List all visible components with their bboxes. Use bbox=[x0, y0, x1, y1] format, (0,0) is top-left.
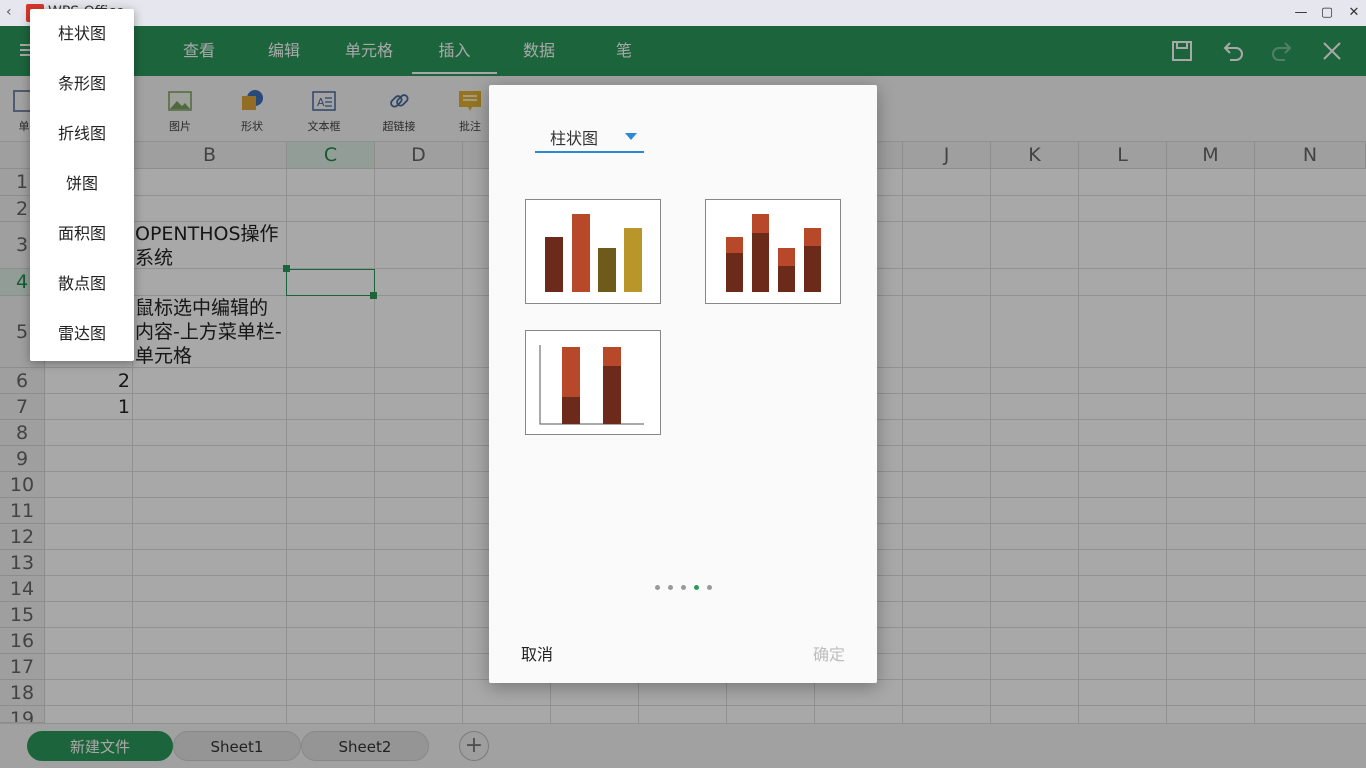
page-dot[interactable] bbox=[680, 585, 686, 590]
page-indicator bbox=[489, 585, 877, 593]
back-icon[interactable]: ‹ bbox=[6, 4, 12, 20]
menu-item-column-chart[interactable]: 柱状图 bbox=[30, 9, 134, 59]
confirm-button[interactable]: 确定 bbox=[813, 641, 845, 665]
page-dot[interactable] bbox=[654, 585, 660, 590]
minimize-icon[interactable]: — bbox=[1290, 2, 1312, 24]
insert-chart-dialog: 柱状图 取消 确定 bbox=[489, 85, 877, 683]
clustered-column-preview-icon bbox=[545, 214, 642, 292]
menu-item-area-chart[interactable]: 面积图 bbox=[30, 209, 134, 259]
page-dot[interactable] bbox=[667, 585, 673, 590]
chart-style-clustered-column[interactable] bbox=[525, 199, 661, 304]
maximize-icon[interactable]: ▢ bbox=[1316, 2, 1338, 24]
menu-item-line-chart[interactable]: 折线图 bbox=[30, 109, 134, 159]
menu-item-radar-chart[interactable]: 雷达图 bbox=[30, 309, 134, 359]
chart-type-selected: 柱状图 bbox=[550, 129, 599, 148]
menu-item-scatter-chart[interactable]: 散点图 bbox=[30, 259, 134, 309]
chart-style-stacked-column[interactable] bbox=[705, 199, 841, 304]
chart-type-menu: 柱状图 条形图 折线图 饼图 面积图 散点图 雷达图 bbox=[30, 9, 134, 361]
percent-stacked-column-preview-icon bbox=[539, 345, 644, 425]
title-bar: ‹ WPS Office — ▢ ✕ bbox=[0, 0, 1366, 26]
cancel-button[interactable]: 取消 bbox=[521, 641, 553, 665]
stacked-column-preview-icon bbox=[726, 214, 821, 292]
close-window-icon[interactable]: ✕ bbox=[1343, 2, 1365, 24]
page-dot[interactable] bbox=[706, 585, 712, 590]
chart-style-percent-stacked-column[interactable] bbox=[525, 330, 661, 435]
chart-type-dropdown[interactable]: 柱状图 bbox=[535, 123, 644, 153]
menu-item-pie-chart[interactable]: 饼图 bbox=[30, 159, 134, 209]
page-dot-active[interactable] bbox=[693, 585, 699, 590]
menu-item-bar-chart[interactable]: 条形图 bbox=[30, 59, 134, 109]
chevron-down-icon bbox=[625, 133, 637, 140]
